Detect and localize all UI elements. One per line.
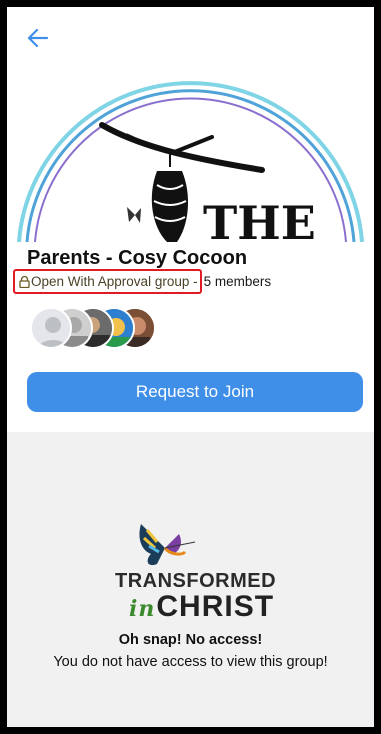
members-count[interactable]: 5 members bbox=[204, 274, 272, 289]
logo-text-bottom: inCHRIST bbox=[129, 590, 274, 624]
no-access-title: Oh snap! No access! bbox=[118, 632, 263, 648]
default-avatar[interactable] bbox=[30, 307, 72, 349]
butterfly-icon bbox=[139, 524, 196, 566]
group-name: Parents - Cosy Cocoon bbox=[27, 247, 248, 269]
group-cover-image: THE bbox=[7, 67, 374, 242]
logo-christ-text: CHRIST bbox=[156, 590, 275, 623]
transformed-in-christ-logo: TRANSFORMED inCHRIST bbox=[107, 520, 277, 623]
lock-icon bbox=[19, 276, 30, 288]
no-access-message: You do not have access to view this grou… bbox=[53, 654, 328, 670]
back-button[interactable] bbox=[25, 25, 51, 51]
phone-screen: THE Parents - Cosy Cocoon Open With Appr… bbox=[7, 7, 374, 727]
arrow-left-icon bbox=[27, 28, 49, 48]
privacy-status: Open With Approval group - bbox=[13, 269, 202, 294]
group-meta: Open With Approval group - 5 members bbox=[13, 269, 271, 294]
member-avatars[interactable] bbox=[30, 307, 160, 353]
logo-script-text: in bbox=[129, 596, 156, 622]
privacy-label: Open With Approval group - bbox=[31, 274, 198, 289]
banner-text: THE bbox=[203, 196, 316, 242]
no-access-section: TRANSFORMED inCHRIST Oh snap! No access!… bbox=[7, 432, 374, 727]
request-to-join-button[interactable]: Request to Join bbox=[27, 372, 363, 412]
